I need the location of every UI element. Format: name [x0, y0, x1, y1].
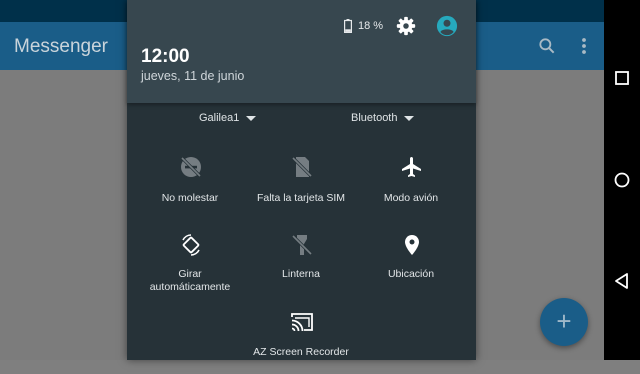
- clock: 12:00: [141, 46, 190, 67]
- recents-icon[interactable]: [610, 66, 634, 90]
- navigation-bar: [604, 0, 640, 360]
- tile-location[interactable]: Ubicación: [353, 233, 469, 297]
- battery-icon: [344, 19, 352, 33]
- battery-percentage: 18 %: [358, 20, 384, 32]
- search-icon[interactable]: [537, 36, 557, 56]
- tile-airplane-mode[interactable]: Modo avión: [353, 155, 469, 219]
- tile-label: Modo avión: [383, 192, 439, 204]
- wifi-network-label: Galilea1: [199, 112, 240, 124]
- tile-label: No molestar: [161, 192, 219, 204]
- shade-header: 18 % 12:00 jueves, 11 de junio: [127, 0, 476, 103]
- gear-icon[interactable]: [395, 15, 417, 37]
- bluetooth-label: Bluetooth: [351, 112, 398, 124]
- date-label[interactable]: jueves, 11 de junio: [141, 69, 244, 83]
- more-options-icon[interactable]: [577, 36, 591, 56]
- tile-label: Falta la tarjeta SIM: [256, 192, 346, 204]
- notification-shade: 18 % 12:00 jueves, 11 de junio Galilea1 …: [127, 0, 476, 360]
- wifi-network-selector[interactable]: Galilea1: [199, 112, 257, 124]
- do-not-disturb-off-icon: [180, 156, 202, 178]
- tile-label: Girar automáticamente: [149, 268, 231, 293]
- plus-icon: +: [556, 306, 572, 336]
- compose-fab-button[interactable]: +: [540, 298, 588, 346]
- bluetooth-selector[interactable]: Bluetooth: [351, 112, 415, 124]
- sim-missing-icon: [291, 156, 313, 178]
- dropdown-caret-icon: [246, 115, 257, 121]
- tile-label: Ubicación: [387, 268, 435, 280]
- location-icon: [405, 235, 419, 255]
- tile-flashlight[interactable]: Linterna: [243, 233, 359, 297]
- cast-icon: [291, 313, 313, 332]
- app-title: Messenger: [14, 36, 108, 57]
- back-icon[interactable]: [610, 269, 634, 293]
- tile-label: AZ Screen Recorder: [253, 346, 349, 358]
- tile-do-not-disturb[interactable]: No molestar: [132, 155, 248, 219]
- home-icon[interactable]: [610, 168, 634, 192]
- tile-auto-rotate[interactable]: Girar automáticamente: [132, 233, 248, 297]
- tile-az-screen-recorder[interactable]: AZ Screen Recorder: [243, 310, 359, 374]
- tile-label: Linterna: [282, 268, 320, 280]
- tile-sim-missing[interactable]: Falta la tarjeta SIM: [243, 155, 359, 219]
- dropdown-caret-icon: [404, 115, 415, 121]
- user-avatar-icon[interactable]: [436, 15, 458, 37]
- auto-rotate-icon: [182, 234, 200, 256]
- flashlight-off-icon: [291, 234, 313, 256]
- airplane-icon: [402, 157, 421, 177]
